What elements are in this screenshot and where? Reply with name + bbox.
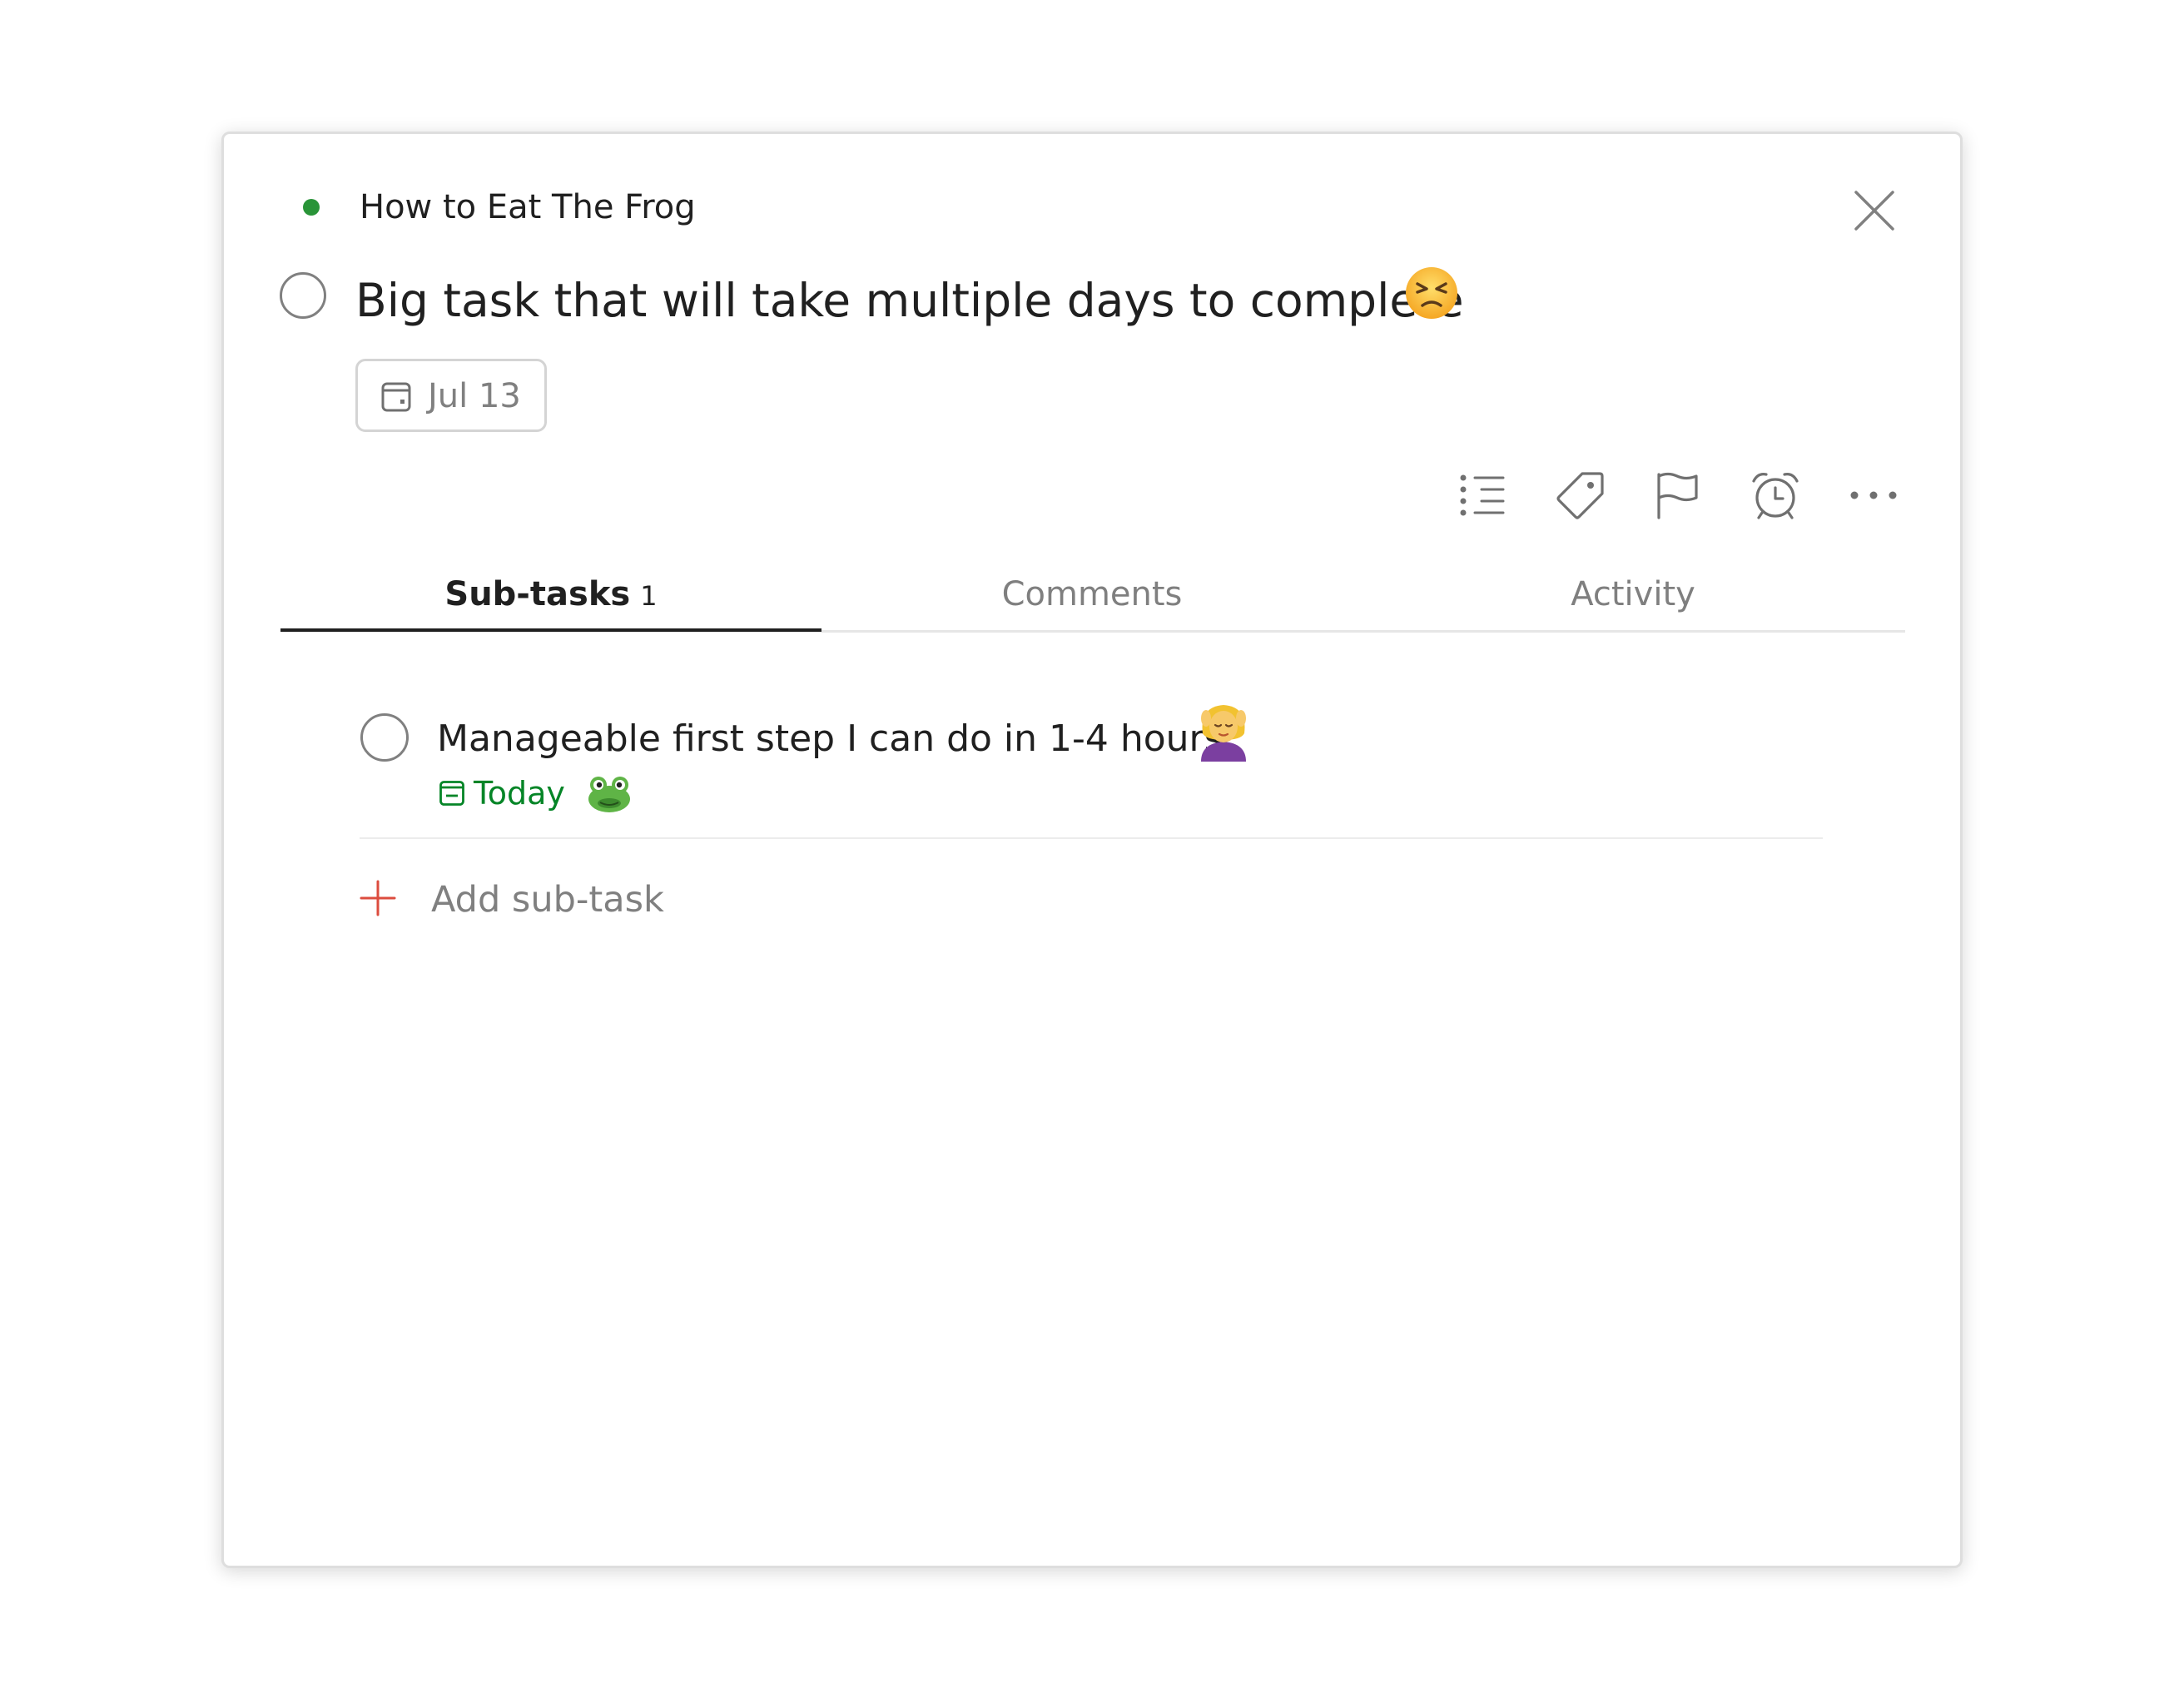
active-tab-indicator (280, 628, 821, 632)
plus-icon (360, 880, 396, 916)
due-date-label: Jul 13 (428, 377, 521, 415)
calendar-icon (381, 382, 411, 412)
project-name[interactable]: How to Eat The Frog (360, 184, 696, 231)
tab-activity-label: Activity (1571, 575, 1695, 613)
woman-getting-massage-icon (1194, 700, 1253, 762)
label-tag-icon[interactable] (1554, 469, 1606, 521)
subtask-due-today[interactable]: Today (474, 770, 565, 817)
more-options-icon[interactable] (1848, 469, 1899, 521)
calendar-icon (439, 781, 464, 806)
add-subtask-label: Add sub-task (431, 879, 664, 921)
task-title[interactable]: Big task that will take multiple days to… (355, 267, 1464, 334)
tab-subtasks-count: 1 (640, 580, 658, 612)
task-complete-checkbox[interactable] (280, 272, 326, 319)
reminder-alarm-icon[interactable] (1750, 469, 1801, 521)
tab-comments-label: Comments (1001, 575, 1183, 613)
project-color-dot (303, 199, 320, 216)
subtasks-list-icon[interactable] (1457, 469, 1508, 521)
tab-subtasks-label: Sub-tasks (444, 575, 631, 613)
frog-face-icon (587, 775, 632, 813)
due-date-button[interactable]: Jul 13 (355, 359, 547, 432)
tab-subtasks[interactable]: Sub-tasks 1 (280, 557, 821, 637)
task-detail-dialog: How to Eat The Frog Big task that will t… (221, 132, 1963, 1568)
persevering-face-icon (1404, 266, 1459, 320)
tab-comments[interactable]: Comments (821, 557, 1363, 637)
subtask-title[interactable]: Manageable first step I can do in 1-4 ho… (437, 712, 1224, 767)
close-button[interactable] (1849, 186, 1899, 236)
add-subtask-button[interactable]: Add sub-task (360, 866, 709, 933)
subtask-divider (360, 837, 1823, 839)
close-icon (1854, 191, 1894, 231)
subtask-complete-checkbox[interactable] (360, 713, 409, 762)
priority-flag-icon[interactable] (1651, 469, 1703, 521)
tab-activity[interactable]: Activity (1363, 557, 1904, 637)
